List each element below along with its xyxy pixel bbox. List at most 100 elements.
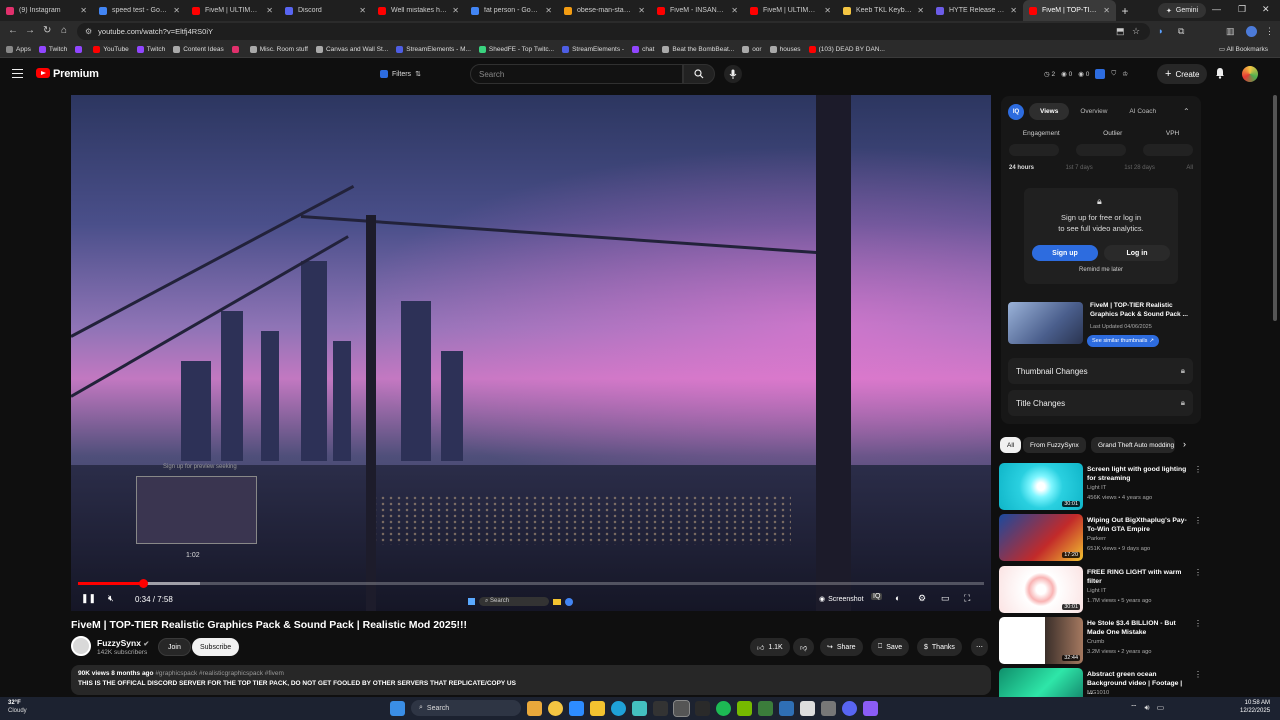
url-field[interactable]: ⚙ youtube.com/watch?v=Eltfj4RS0iY [77, 23, 1150, 40]
recommended-video[interactable]: 30:01 Screen light with good lighting for… [999, 463, 1202, 511]
mute-icon[interactable]: 🔇︎ [108, 593, 114, 604]
chip-from-channel[interactable]: From FuzzySynx [1023, 437, 1086, 453]
bookmark-item[interactable]: StreamElements - M... [396, 46, 471, 53]
close-tab-icon[interactable]: ✕ [173, 6, 180, 15]
bookmark-item[interactable]: Beat the BombBeat... [662, 46, 734, 53]
bookmark-item[interactable] [75, 46, 85, 53]
menu-icon[interactable] [12, 69, 23, 78]
account-avatar[interactable] [1242, 66, 1258, 82]
notepad-icon[interactable] [800, 700, 815, 716]
bookmark-item[interactable]: Misc. Room stuff [249, 46, 308, 53]
rec-channel[interactable]: MG1010 [1087, 690, 1109, 696]
share-button[interactable]: ↪ Share [820, 638, 863, 656]
app-icon[interactable] [863, 700, 878, 716]
video-player[interactable]: Sign up for preview seeking 1:02 ❚❚ 🔇︎ 0… [71, 95, 991, 611]
taskbar-clock[interactable]: 10:58 AM 12/22/2025 [1240, 699, 1270, 715]
forward-icon[interactable]: → [25, 25, 35, 36]
chip-all[interactable]: All [1000, 437, 1022, 453]
start-icon[interactable] [390, 700, 405, 716]
bookmark-item[interactable]: SheedFE - Top Twitc... [478, 46, 554, 53]
vidiq-player-icon[interactable]: IQ [871, 593, 883, 600]
close-tab-icon[interactable]: ✕ [1103, 6, 1110, 15]
more-vertical-icon[interactable]: ⋮ [1194, 568, 1202, 577]
close-tab-icon[interactable]: ✕ [731, 6, 738, 15]
rec-title[interactable]: FREE RING LIGHT with warm filter [1087, 568, 1187, 586]
close-window-icon[interactable]: ✕ [1262, 4, 1270, 15]
install-icon[interactable]: ⬒ [1116, 26, 1125, 37]
bookmark-item[interactable]: Canvas and Wall St... [315, 46, 388, 53]
youtube-logo-icon[interactable] [36, 68, 50, 78]
app-icon[interactable] [632, 700, 647, 716]
miniplayer-icon[interactable]: ▭ [941, 593, 950, 604]
rec-thumbnail[interactable]: 30:01 [999, 566, 1083, 613]
edge-icon[interactable] [611, 700, 626, 716]
browser-tab[interactable]: Discord ✕ [279, 0, 372, 21]
recommended-video[interactable]: 30:01 FREE RING LIGHT with warm filter Lig… [999, 566, 1202, 614]
fullscreen-icon[interactable]: ⛶ [964, 593, 970, 604]
browser-tab[interactable]: Well mistakes happe ✕ [372, 0, 465, 21]
app-icon[interactable] [779, 700, 794, 716]
subscribe-button[interactable]: Subscribe [192, 638, 240, 656]
rec-title[interactable]: Screen light with good lighting for stre… [1087, 465, 1187, 483]
screenshot-button[interactable]: ◉ Screenshot [819, 595, 864, 604]
chrome-menu-icon[interactable]: ⋮ [1265, 26, 1274, 37]
period-7d[interactable]: 1st 7 days [1065, 165, 1092, 171]
dislike-button[interactable]: 👎︎ [793, 638, 815, 656]
sidepanel-icon[interactable]: ▥ [1226, 26, 1235, 37]
close-tab-icon[interactable]: ✕ [359, 6, 366, 15]
recommended-video[interactable]: 32:44 He Stole $3.4 BILLION - But Made On… [999, 617, 1202, 665]
join-button[interactable]: Join [158, 638, 191, 656]
trophy-icon[interactable]: ♔ [1122, 70, 1128, 78]
progress-bar[interactable] [78, 579, 984, 588]
voice-search-button[interactable] [724, 65, 742, 83]
bookmark-item[interactable]: Content Ideas [173, 46, 224, 53]
search-button[interactable] [683, 64, 715, 84]
similar-thumbnails-button[interactable]: See similar thumbnails ↗ [1087, 335, 1159, 347]
browser-tab[interactable]: Keeb TKL Keyboard ✕ [837, 0, 930, 21]
close-tab-icon[interactable]: ✕ [1010, 6, 1017, 15]
bookmark-item[interactable]: Twitch [136, 46, 165, 53]
bookmark-item[interactable]: Apps [6, 46, 31, 53]
bookmark-item[interactable]: StreamElements - [562, 46, 624, 53]
more-actions-button[interactable]: ⋯ [971, 638, 988, 656]
tab-views[interactable]: Views [1029, 103, 1070, 120]
bookmark-star-icon[interactable]: ☆ [1132, 26, 1140, 37]
app-icon[interactable] [758, 700, 773, 716]
browser-tab[interactable]: HYTE Release First K ✕ [930, 0, 1023, 21]
more-vertical-icon[interactable]: ⋮ [1194, 670, 1202, 679]
period-28d[interactable]: 1st 28 days [1124, 165, 1155, 171]
close-tab-icon[interactable]: ✕ [638, 6, 645, 15]
rec-thumbnail[interactable]: 17:20 [999, 514, 1083, 561]
save-button[interactable]: ⎕ Save [871, 638, 910, 656]
rec-channel[interactable]: Light IT [1087, 588, 1106, 594]
rec-thumbnail[interactable]: 32:44 [999, 617, 1083, 664]
nvidia-icon[interactable] [737, 700, 752, 716]
close-tab-icon[interactable]: ✕ [545, 6, 552, 15]
battery-icon[interactable]: ▭ [1157, 703, 1165, 713]
rec-channel[interactable]: Crumb [1087, 639, 1104, 645]
thanks-button[interactable]: $ Thanks [917, 638, 962, 656]
chevron-right-icon[interactable]: › [1183, 439, 1186, 449]
active-app-icon[interactable] [673, 699, 690, 717]
home-icon[interactable]: ⌂ [61, 25, 67, 36]
notifications-bell-icon[interactable] [1214, 67, 1226, 79]
tab-overview[interactable]: Overview [1069, 103, 1118, 120]
gemini-button[interactable]: ✦ Gemini [1158, 3, 1207, 18]
bookmark-item[interactable]: chat [632, 46, 654, 53]
bookmark-item[interactable]: (103) DEAD BY DAN... [808, 46, 885, 53]
all-bookmarks-button[interactable]: ▭ All Bookmarks [1219, 45, 1268, 53]
new-tab-icon[interactable]: + [1116, 4, 1134, 18]
vidiq-header-icon[interactable] [1095, 69, 1106, 79]
period-all[interactable]: All [1186, 165, 1193, 171]
file-explorer-icon[interactable] [527, 700, 542, 716]
bookmark-item[interactable]: oor [742, 46, 762, 53]
rec-thumbnail[interactable]: 30:01 [999, 463, 1083, 510]
maximize-icon[interactable]: ❐ [1238, 4, 1246, 15]
like-button[interactable]: 👍︎ 1.1K [750, 638, 790, 656]
bookmark-item[interactable]: houses [769, 46, 801, 53]
close-tab-icon[interactable]: ✕ [266, 6, 273, 15]
discord-icon[interactable] [842, 700, 857, 716]
pause-icon[interactable]: ❚❚ [81, 593, 96, 604]
more-vertical-icon[interactable]: ⋮ [1194, 465, 1202, 474]
thumbnail-changes-row[interactable]: Thumbnail Changes 🔒︎ [1008, 358, 1193, 384]
